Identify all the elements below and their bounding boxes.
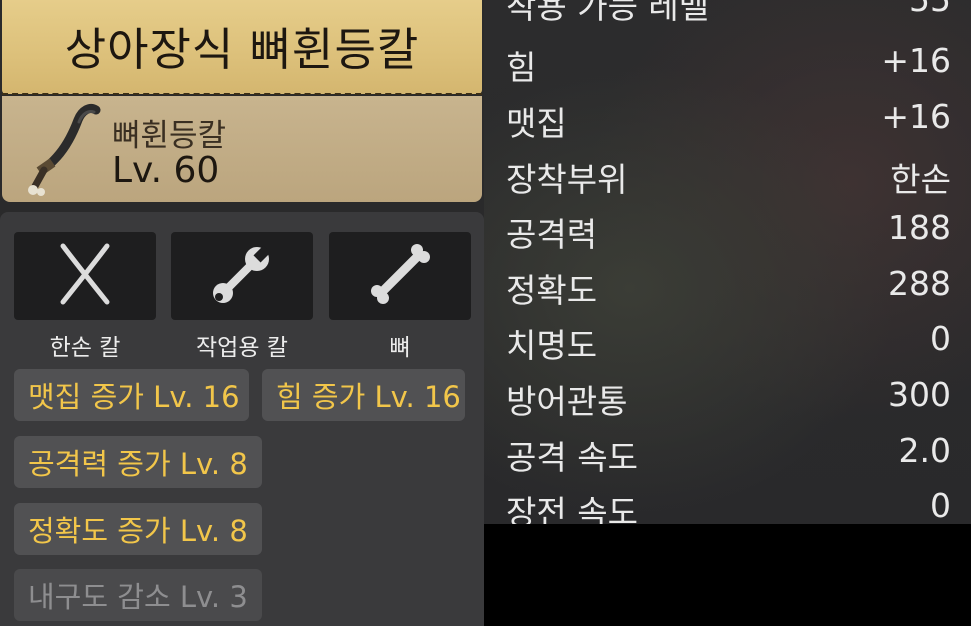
stat-value: 0 [930,486,951,524]
stat-label: 정확도 [506,271,598,310]
category-work-knife [171,232,313,320]
stat-row: 장전 속도 0 [506,486,951,524]
item-title-banner: 상아장식 뼈휜등칼 [2,0,482,95]
stat-row: 공격력 188 [506,208,951,258]
stat-value: 55 [909,0,951,19]
wrench-icon [209,241,275,311]
category-bone [329,232,471,320]
category-label: 작업용 칼 [196,335,288,361]
stat-value: 한손 [890,160,951,199]
skill-badge[interactable]: 정확도 증가 Lv. 8 [14,503,262,555]
item-name: 뼈휜등칼 [112,118,227,154]
stat-label: 힘 [506,48,537,87]
item-level: Lv. 60 [112,150,220,191]
skill-badge[interactable]: 힘 증가 Lv. 16 [262,369,465,421]
empty-area [484,524,971,626]
stat-row: 정확도 288 [506,264,951,314]
stat-value: +16 [881,41,951,80]
category-label: 뼈 [389,335,411,361]
stat-value: 188 [888,208,951,247]
stat-label: 장착부위 [506,160,628,199]
stat-label: 착용 가능 레벨 [506,0,710,26]
bone-icon [367,241,433,311]
item-title: 상아장식 뼈휜등칼 [64,22,420,76]
stat-row: 맷집 +16 [506,97,951,147]
stat-value: 2.0 [898,431,951,470]
category-one-hand-sword [14,232,156,320]
stat-row: 공격 속도 2.0 [506,431,951,481]
item-info-panel: 상아장식 뼈휜등칼 뼈휜등칼 Lv. 60 한손 칼 작업용 칼 뼈 맷집 증가… [0,0,484,626]
stat-label: 공격 속도 [506,438,638,477]
crossed-swords-icon [55,242,115,310]
stat-row: 장착부위 한손 [506,153,951,203]
stat-value: 0 [930,319,951,358]
item-detail-screen: 상아장식 뼈휜등칼 뼈휜등칼 Lv. 60 한손 칼 작업용 칼 뼈 맷집 증가… [0,0,971,626]
stat-label: 장전 속도 [506,493,638,524]
stat-row: 힘 +16 [506,41,951,91]
skill-badge[interactable]: 맷집 증가 Lv. 16 [14,369,249,421]
item-card: 뼈휜등칼 Lv. 60 [2,96,482,202]
stat-label: 맷집 [506,104,567,143]
skill-badge[interactable]: 공격력 증가 Lv. 8 [14,436,262,488]
stat-row: 치명도 0 [506,319,951,369]
stat-label: 방어관통 [506,382,628,421]
stat-row: 방어관통 300 [506,375,951,425]
stat-label: 치명도 [506,326,598,365]
stat-value: +16 [881,97,951,136]
stats-panel: 착용 가능 레벨 55 힘 +16 맷집 +16 장착부위 한손 공격력 188… [484,0,971,524]
category-label: 한손 칼 [49,335,121,361]
stat-row: 착용 가능 레벨 55 [506,0,951,30]
stat-label: 공격력 [506,215,598,254]
curved-bone-blade-icon [24,102,106,198]
skill-badge-inactive[interactable]: 내구도 감소 Lv. 3 [14,569,262,621]
stat-value: 288 [888,264,951,303]
stat-value: 300 [888,375,951,414]
